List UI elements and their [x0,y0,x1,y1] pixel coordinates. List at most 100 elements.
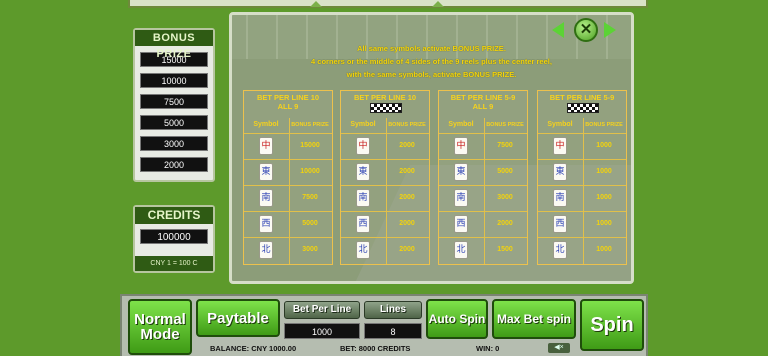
mahjong-tile-icon: 中 [356,136,370,155]
symbol-column-header: Symbol [350,121,376,128]
bonus-table-row: 南 7500 [244,185,332,209]
bonus-table: BET PER LINE 10 ALL 9 Symbol BONUS PRIZE 中 15… [243,90,333,265]
symbol-cell: 中 [341,136,385,155]
bonus-prize-column-header: BONUS PRIZE [291,122,329,128]
symbol-cell: 東 [538,162,582,181]
bonus-table-subtitle: ALL 9 [277,102,299,111]
symbol-cell: 南 [341,188,385,207]
symbol-cell: 西 [341,214,385,233]
mahjong-tile-icon: 中 [553,136,567,155]
bonus-table-row: 西 1000 [538,211,626,235]
bonus-table-row: 中 7500 [439,133,527,157]
bonus-table-row: 北 3000 [244,237,332,261]
triangle-marker-icon [310,1,322,7]
bonus-table-title: BET PER LINE 5-9 ALL 9 [439,93,527,111]
bonus-prize-column-header: BONUS PRIZE [388,122,426,128]
bonus-prize-value: 15000 [140,52,208,67]
bonus-table-title: BET PER LINE 10 ALL 9 [244,93,332,111]
bonus-table: BET PER LINE 10 Symbol BONUS PRIZE 中 2000 東 20… [340,90,430,265]
bet-per-line-button[interactable]: Bet Per Line [284,301,360,319]
bet-status: BET: 8000 CREDITS [340,344,411,353]
bonus-table-row: 中 1000 [538,133,626,157]
bonus-table-title: BET PER LINE 10 [341,93,429,102]
bonus-table-title-line: BET PER LINE 10 [353,93,417,102]
symbol-cell: 南 [439,188,483,207]
symbol-cell: 西 [244,214,288,233]
bonus-table-title-line: BET PER LINE 5-9 [450,93,516,102]
prize-value: 2000 [497,220,513,227]
symbol-cell: 中 [538,136,582,155]
mahjong-tile-icon: 南 [259,188,273,207]
mahjong-tile-icon: 中 [454,136,468,155]
bonus-prize-column-header: BONUS PRIZE [585,122,623,128]
bonus-table: BET PER LINE 5-9 Symbol BONUS PRIZE 中 1000 東 1… [537,90,627,265]
bonus-table-header: Symbol BONUS PRIZE [538,118,626,132]
bonus-table-row: 南 3000 [439,185,527,209]
mahjong-tile-icon: 南 [553,188,567,207]
prize-value: 2000 [399,142,415,149]
symbol-cell: 北 [439,240,483,259]
bonus-table-row: 南 1000 [538,185,626,209]
symbol-cell: 南 [244,188,288,207]
prize-value: 1000 [596,168,612,175]
checker-pattern-icon [567,103,599,113]
mahjong-tile-icon: 北 [356,240,370,259]
prize-value: 2000 [399,194,415,201]
mahjong-tile-icon: 北 [553,240,567,259]
bonus-table-row: 東 10000 [244,159,332,183]
bonus-table-title-line: BET PER LINE 10 [256,93,320,102]
prize-value: 7500 [302,194,318,201]
bonus-table-header: Symbol BONUS PRIZE [439,118,527,132]
bonus-prize-value: 10000 [140,73,208,88]
symbol-column-header: Symbol [448,121,474,128]
checker-pattern-icon [370,103,402,113]
win-status: WIN: 0 [476,344,500,353]
bonus-table-row: 西 2000 [439,211,527,235]
bonus-table-row: 中 15000 [244,133,332,157]
spin-button[interactable]: Spin [580,299,644,351]
paytable-info-line: All same symbols activate BONUS PRIZE. [357,44,506,53]
mahjong-tile-icon: 南 [454,188,468,207]
prize-value: 2000 [399,168,415,175]
arrow-right-icon [604,22,616,38]
bonus-table-row: 東 5000 [439,159,527,183]
bonus-table-row: 中 2000 [341,133,429,157]
mahjong-tile-icon: 東 [259,162,273,181]
paytable-panel: ✕ All same symbols activate BONUS PRIZE.… [229,12,634,284]
prize-value: 5000 [497,168,513,175]
bonus-table-row: 西 5000 [244,211,332,235]
next-page-button[interactable] [602,19,618,41]
currency-rate: CNY 1 = 100 C [135,256,213,271]
bonus-table-title: BET PER LINE 5-9 [538,93,626,102]
mahjong-tile-icon: 東 [454,162,468,181]
bet-per-line-value: 1000 [284,323,360,339]
symbol-cell: 中 [439,136,483,155]
bonus-table-header: Symbol BONUS PRIZE [341,118,429,132]
prize-value: 1000 [596,142,612,149]
auto-spin-button[interactable]: Auto Spin [426,299,488,339]
top-strip [128,0,648,8]
bonus-prize-value: 5000 [140,115,208,130]
credits-value: 100000 [140,229,208,244]
sound-toggle-button[interactable]: ◀× [548,343,570,353]
speaker-icon: ◀× [554,344,564,351]
close-button[interactable]: ✕ [574,18,598,42]
symbol-cell: 北 [341,240,385,259]
bonus-table-row: 北 2000 [341,237,429,261]
bonus-table-row: 北 1000 [538,237,626,261]
symbol-cell: 東 [439,162,483,181]
max-bet-spin-button[interactable]: Max Bet spin [492,299,576,339]
bonus-prize-title: BONUS PRIZE [135,30,213,60]
previous-page-button[interactable] [550,19,566,41]
balance-status: BALANCE: CNY 1000.00 [210,344,297,353]
mahjong-tile-icon: 南 [356,188,370,207]
symbol-cell: 西 [538,214,582,233]
mahjong-tile-icon: 西 [356,214,370,233]
prize-value: 5000 [302,220,318,227]
paytable-button[interactable]: Paytable [196,299,280,337]
triangle-marker-icon [432,1,444,7]
bonus-prize-column-header: BONUS PRIZE [486,122,524,128]
normal-mode-button[interactable]: Normal Mode [128,299,192,355]
bonus-table-row: 東 1000 [538,159,626,183]
lines-button[interactable]: Lines [364,301,422,319]
